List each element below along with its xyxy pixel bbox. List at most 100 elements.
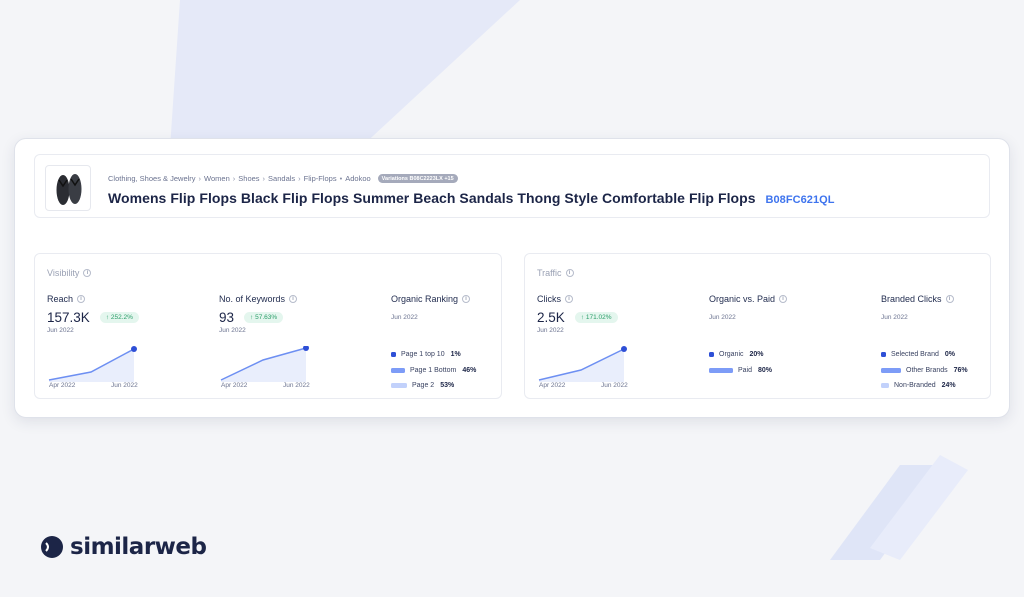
keywords-value: 93 xyxy=(219,310,235,325)
info-icon[interactable]: i xyxy=(77,295,86,303)
product-thumbnail[interactable] xyxy=(45,165,91,211)
reach-change-badge: ↑ 252.2% xyxy=(99,312,139,323)
branded-clicks-metric: Branded Clicks i Jun 2022 Selected Brand… xyxy=(881,294,986,394)
organic-vs-paid-metric: Organic vs. Paid i Jun 2022 Organic 20% … xyxy=(709,294,859,394)
branded-clicks-legend: Selected Brand 0% Other Brands 76% Non-B… xyxy=(881,347,986,394)
traffic-title: Traffic i xyxy=(537,268,574,278)
clicks-axis-start: Apr 2022 xyxy=(539,382,566,389)
clicks-label-text: Clicks xyxy=(537,294,561,304)
legend-label: Selected Brand xyxy=(891,351,939,359)
legend-swatch xyxy=(881,352,886,358)
legend-item[interactable]: Page 2 53% xyxy=(391,378,496,394)
keywords-axis-end: Jun 2022 xyxy=(283,382,310,389)
info-icon[interactable]: i xyxy=(565,269,574,277)
reach-label-text: Reach xyxy=(47,294,74,304)
organic-vs-paid-label-text: Organic vs. Paid xyxy=(709,294,776,304)
legend-swatch xyxy=(391,352,396,358)
keywords-label: No. of Keywords i xyxy=(219,294,369,304)
similarweb-logo-icon xyxy=(41,536,63,558)
similarweb-logo: similarweb xyxy=(40,534,207,560)
breadcrumb-item[interactable]: Clothing, Shoes & Jewelry xyxy=(108,174,196,183)
keywords-date: Jun 2022 xyxy=(219,327,246,334)
legend-value: 53% xyxy=(440,382,455,390)
visibility-title-text: Visibility xyxy=(47,268,80,278)
organic-ranking-legend: Page 1 top 10 1% Page 1 Bottom 46% Page … xyxy=(391,347,496,394)
breadcrumb-separator: › xyxy=(298,174,301,183)
reach-value: 157.3K xyxy=(47,310,90,325)
info-icon[interactable]: i xyxy=(945,295,954,303)
keywords-metric: No. of Keywords i 93 ↑ 57.63% Jun 2022 A… xyxy=(219,294,369,394)
reach-axis-start: Apr 2022 xyxy=(49,382,76,389)
legend-item[interactable]: Page 1 Bottom 46% xyxy=(391,363,496,379)
info-icon[interactable]: i xyxy=(462,295,471,303)
reach-axis-end: Jun 2022 xyxy=(111,382,138,389)
organic-ranking-label-text: Organic Ranking xyxy=(391,294,459,304)
clicks-axis-end: Jun 2022 xyxy=(601,382,628,389)
clicks-label: Clicks i xyxy=(537,294,687,304)
breadcrumb-item[interactable]: Flip-Flops xyxy=(304,174,337,183)
branded-clicks-date: Jun 2022 xyxy=(881,314,908,321)
legend-value: 20% xyxy=(749,351,764,359)
legend-label: Organic xyxy=(719,351,744,359)
similarweb-logo-text: similarweb xyxy=(70,534,207,560)
organic-ranking-label: Organic Ranking i xyxy=(391,294,496,304)
legend-item[interactable]: Other Brands 76% xyxy=(881,363,986,379)
breadcrumb-separator: › xyxy=(198,174,202,183)
legend-item[interactable]: Organic 20% xyxy=(709,347,859,363)
info-icon[interactable]: i xyxy=(565,295,573,303)
flip-flops-icon xyxy=(56,174,82,205)
organic-ranking-metric: Organic Ranking i Jun 2022 Page 1 top 10… xyxy=(391,294,496,394)
legend-label: Page 2 xyxy=(412,382,435,390)
legend-swatch xyxy=(881,367,901,373)
variations-badge[interactable]: Variations B08C2223LX +15 xyxy=(377,174,458,183)
reach-sparkline[interactable] xyxy=(47,346,147,382)
legend-value: 76% xyxy=(953,366,968,374)
legend-label: Other Brands xyxy=(906,366,948,374)
branded-clicks-label: Branded Clicks i xyxy=(881,294,986,304)
traffic-panel: Traffic i Clicks i 2.5K ↑ 171.02% Jun 20… xyxy=(524,253,991,399)
legend-item[interactable]: Non-Branded 24% xyxy=(881,378,986,394)
product-title-text: Womens Flip Flops Black Flip Flops Summe… xyxy=(108,190,756,206)
clicks-metric: Clicks i 2.5K ↑ 171.02% Jun 2022 Apr 202… xyxy=(537,294,687,394)
reach-metric: Reach i 157.3K ↑ 252.2% Jun 2022 Apr 202… xyxy=(47,294,197,394)
legend-value: 80% xyxy=(758,366,773,374)
product-overview-card: Clothing, Shoes & Jewelry › Women › Shoe… xyxy=(14,138,1010,418)
organic-ranking-date: Jun 2022 xyxy=(391,314,418,321)
breadcrumb-separator: › xyxy=(262,174,266,183)
reach-date: Jun 2022 xyxy=(47,327,74,334)
legend-label: Non-Branded xyxy=(894,382,936,390)
legend-swatch xyxy=(881,383,889,389)
info-icon[interactable]: i xyxy=(289,295,298,303)
legend-label: Page 1 Bottom xyxy=(410,366,457,374)
legend-label: Paid xyxy=(738,366,753,374)
legend-item[interactable]: Page 1 top 10 1% xyxy=(391,347,496,363)
breadcrumb-item[interactable]: Sandals xyxy=(268,174,295,183)
breadcrumb-separator: › xyxy=(232,174,236,183)
clicks-change-badge: ↑ 171.02% xyxy=(574,312,618,323)
legend-label: Page 1 top 10 xyxy=(401,351,445,359)
organic-vs-paid-legend: Organic 20% Paid 80% xyxy=(709,347,859,378)
legend-swatch xyxy=(391,383,407,389)
clicks-sparkline[interactable] xyxy=(537,346,637,382)
brand-name[interactable]: Adokoo xyxy=(345,174,370,183)
breadcrumb-separator: • xyxy=(339,174,343,183)
keywords-change-badge: ↑ 57.63% xyxy=(244,312,284,323)
legend-value: 0% xyxy=(944,351,955,359)
legend-value: 46% xyxy=(462,366,477,374)
breadcrumb-item[interactable]: Shoes xyxy=(238,174,259,183)
legend-value: 24% xyxy=(941,382,956,390)
legend-item[interactable]: Paid 80% xyxy=(709,363,859,379)
info-icon[interactable]: i xyxy=(779,295,788,303)
organic-vs-paid-date: Jun 2022 xyxy=(709,314,736,321)
legend-swatch xyxy=(709,367,733,373)
legend-item[interactable]: Selected Brand 0% xyxy=(881,347,986,363)
keywords-sparkline[interactable] xyxy=(219,346,319,382)
legend-swatch xyxy=(709,352,714,358)
info-icon[interactable]: i xyxy=(83,269,92,277)
branded-clicks-label-text: Branded Clicks xyxy=(881,294,942,304)
breadcrumb-item[interactable]: Women xyxy=(204,174,230,183)
keywords-axis-start: Apr 2022 xyxy=(221,382,248,389)
breadcrumb: Clothing, Shoes & Jewelry › Women › Shoe… xyxy=(108,174,458,183)
asin-link[interactable]: B08FC621QL xyxy=(766,194,835,206)
product-header: Clothing, Shoes & Jewelry › Women › Shoe… xyxy=(34,154,990,218)
